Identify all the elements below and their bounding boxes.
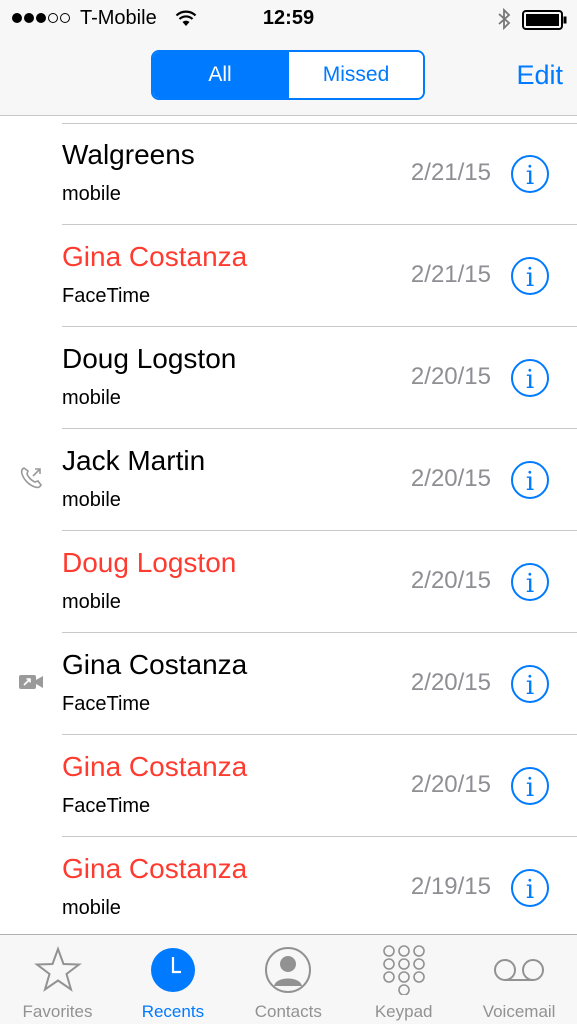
battery-icon (522, 10, 567, 30)
call-date: 2/19/15 (410, 873, 491, 900)
segment-missed[interactable]: Missed (287, 52, 423, 98)
call-row[interactable]: Doug Logston mobile 2/20/15 i (0, 327, 577, 429)
info-icon[interactable]: i (510, 154, 550, 194)
call-type: mobile (62, 591, 121, 613)
navigation-bar: All Missed Edit (0, 38, 577, 116)
info-icon[interactable]: i (510, 766, 550, 806)
tab-label: Favorites (22, 1002, 93, 1021)
caller-name: Doug Logston (62, 547, 237, 578)
call-date: 2/20/15 (410, 771, 491, 798)
svg-text:i: i (526, 569, 534, 599)
tab-label: Voicemail (482, 1002, 556, 1021)
svg-text:i: i (526, 467, 534, 497)
star-icon (33, 945, 83, 995)
segment-all[interactable]: All (153, 52, 287, 98)
call-type: mobile (62, 897, 121, 919)
info-icon[interactable]: i (510, 256, 550, 296)
call-type: FaceTime (62, 285, 151, 307)
tab-label: Keypad (374, 1002, 433, 1021)
caller-name: Gina Costanza (62, 649, 248, 680)
caller-name: Gina Costanza (62, 241, 248, 272)
tab-bar: Favorites Recents Contacts Keypad Voicemail (0, 934, 577, 1024)
info-icon[interactable]: i (510, 664, 550, 704)
svg-text:i: i (526, 773, 534, 803)
caller-name: Gina Costanza (62, 751, 248, 782)
info-icon[interactable]: i (510, 358, 550, 398)
tab-label: Recents (141, 1002, 205, 1021)
edit-button[interactable]: Edit (516, 60, 563, 91)
svg-text:i: i (526, 365, 534, 395)
tab-contacts[interactable]: Contacts (231, 935, 346, 1025)
caller-name: Doug Logston (62, 343, 237, 374)
call-row[interactable]: Jack Martin mobile 2/20/15 i (0, 429, 577, 531)
call-row[interactable]: Doug Logston mobile 2/20/15 i (0, 531, 577, 633)
voicemail-icon (489, 945, 549, 995)
filter-segmented-control: All Missed (151, 50, 425, 100)
tab-keypad[interactable]: Keypad (346, 935, 461, 1025)
call-type: mobile (62, 387, 121, 409)
call-type: mobile (62, 183, 121, 205)
call-date: 2/20/15 (410, 567, 491, 594)
info-icon[interactable]: i (510, 562, 550, 602)
call-type: FaceTime (62, 693, 151, 715)
caller-name: Walgreens (62, 139, 195, 170)
status-bar: T-Mobile 12:59 (0, 0, 577, 38)
keypad-icon (379, 945, 429, 996)
outgoing-facetime-icon (18, 669, 44, 695)
call-date: 2/21/15 (410, 159, 491, 186)
outgoing-call-icon (18, 465, 44, 491)
tab-label: Contacts (254, 1002, 322, 1021)
call-date: 2/21/15 (410, 261, 491, 288)
svg-text:i: i (526, 161, 534, 191)
tab-voicemail[interactable]: Voicemail (462, 935, 577, 1025)
call-row[interactable]: Gina Costanza mobile 2/19/15 i (0, 837, 577, 934)
caller-name: Jack Martin (62, 445, 206, 476)
tab-recents[interactable]: Recents (115, 935, 230, 1025)
svg-text:i: i (526, 875, 534, 905)
info-icon[interactable]: i (510, 868, 550, 908)
call-row[interactable]: Gina Costanza FaceTime 2/20/15 i (0, 735, 577, 837)
svg-text:i: i (526, 263, 534, 293)
info-icon[interactable]: i (510, 460, 550, 500)
call-date: 2/20/15 (410, 669, 491, 696)
call-date: 2/20/15 (410, 465, 491, 492)
call-row[interactable]: Gina Costanza FaceTime 2/21/15 i (0, 225, 577, 327)
call-type: mobile (62, 489, 121, 511)
svg-text:i: i (526, 671, 534, 701)
call-row[interactable]: Walgreens mobile 2/21/15 i (0, 123, 577, 225)
person-icon (263, 945, 313, 995)
caller-name: Gina Costanza (62, 853, 248, 884)
recents-list[interactable]: Walgreens mobile 2/21/15 i Gina Costanza Face… (0, 116, 577, 934)
clock-icon (148, 945, 198, 995)
tab-favorites[interactable]: Favorites (0, 935, 115, 1025)
call-type: FaceTime (62, 795, 151, 817)
bluetooth-icon (498, 8, 511, 30)
call-row[interactable]: Gina Costanza FaceTime 2/20/15 i (0, 633, 577, 735)
clock-time: 12:59 (262, 7, 315, 29)
call-date: 2/20/15 (410, 363, 491, 390)
